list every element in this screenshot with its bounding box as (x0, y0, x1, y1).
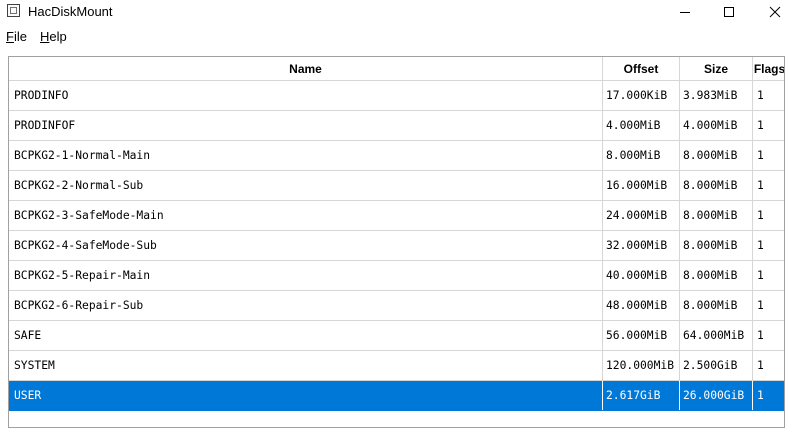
cell-size: 8.000MiB (680, 231, 753, 260)
cell-flags: 1 (757, 209, 764, 222)
menu-bar: File Help (0, 26, 793, 46)
cell-size: 2.500GiB (680, 351, 753, 380)
menu-file[interactable]: File (6, 29, 27, 44)
table-row[interactable]: BCPKG2-4-SafeMode-Sub 32.000MiB 8.000MiB 1 (9, 231, 784, 261)
cell-flags: 1 (757, 359, 764, 372)
cell-flags: 1 (757, 389, 764, 402)
cell-name: SAFE (9, 321, 603, 350)
title-bar[interactable]: HacDiskMount (0, 0, 793, 24)
minimize-button[interactable] (662, 0, 708, 24)
column-header-name[interactable]: Name (9, 57, 603, 81)
table-row[interactable]: BCPKG2-5-Repair-Main 40.000MiB 8.000MiB 1 (9, 261, 784, 291)
cell-offset: 2.617GiB (603, 381, 680, 410)
cell-name: BCPKG2-6-Repair-Sub (9, 291, 603, 320)
app-window-icon[interactable] (7, 4, 20, 17)
column-header-size[interactable]: Size (680, 57, 753, 81)
cell-flags: 1 (757, 149, 764, 162)
cell-flags: 1 (757, 179, 764, 192)
window-title: HacDiskMount (28, 4, 113, 19)
cell-offset: 8.000MiB (603, 141, 680, 170)
cell-flags: 1 (757, 239, 764, 252)
maximize-icon (724, 7, 734, 17)
cell-offset: 56.000MiB (603, 321, 680, 350)
cell-name: BCPKG2-5-Repair-Main (9, 261, 603, 290)
cell-size: 26.000GiB (680, 381, 753, 410)
cell-flags: 1 (757, 89, 764, 102)
table-row[interactable]: BCPKG2-1-Normal-Main 8.000MiB 8.000MiB 1 (9, 141, 784, 171)
table-row[interactable]: SYSTEM 120.000MiB 2.500GiB 1 (9, 351, 784, 381)
cell-size: 8.000MiB (680, 261, 753, 290)
close-icon (769, 6, 781, 18)
cell-flags: 1 (757, 329, 764, 342)
table-row[interactable]: BCPKG2-6-Repair-Sub 48.000MiB 8.000MiB 1 (9, 291, 784, 321)
cell-name: BCPKG2-1-Normal-Main (9, 141, 603, 170)
cell-offset: 16.000MiB (603, 171, 680, 200)
close-button[interactable] (752, 0, 793, 24)
cell-size: 8.000MiB (680, 141, 753, 170)
cell-size: 8.000MiB (680, 171, 753, 200)
table-header: Name Offset Size Flags (9, 57, 784, 81)
cell-size: 4.000MiB (680, 111, 753, 140)
column-header-flags[interactable]: Flags (753, 57, 784, 81)
cell-size: 64.000MiB (680, 321, 753, 350)
table-row[interactable]: PRODINFO 17.000KiB 3.983MiB 1 (9, 81, 784, 111)
table-row[interactable]: SAFE 56.000MiB 64.000MiB 1 (9, 321, 784, 351)
cell-flags: 1 (757, 119, 764, 132)
minimize-icon (680, 12, 690, 13)
cell-name: PRODINFOF (9, 111, 603, 140)
cell-offset: 24.000MiB (603, 201, 680, 230)
cell-size: 8.000MiB (680, 291, 753, 320)
table-row[interactable]: BCPKG2-2-Normal-Sub 16.000MiB 8.000MiB 1 (9, 171, 784, 201)
maximize-button[interactable] (706, 0, 752, 24)
cell-name: PRODINFO (9, 81, 603, 110)
column-header-offset[interactable]: Offset (603, 57, 680, 81)
cell-offset: 40.000MiB (603, 261, 680, 290)
table-row[interactable]: USER 2.617GiB 26.000GiB 1 (9, 381, 784, 411)
cell-size: 3.983MiB (680, 81, 753, 110)
menu-help[interactable]: Help (40, 29, 67, 44)
cell-offset: 32.000MiB (603, 231, 680, 260)
cell-offset: 17.000KiB (603, 81, 680, 110)
cell-flags: 1 (757, 269, 764, 282)
cell-name: BCPKG2-2-Normal-Sub (9, 171, 603, 200)
cell-size: 8.000MiB (680, 201, 753, 230)
table-row[interactable]: PRODINFOF 4.000MiB 4.000MiB 1 (9, 111, 784, 141)
cell-name: BCPKG2-3-SafeMode-Main (9, 201, 603, 230)
cell-offset: 48.000MiB (603, 291, 680, 320)
partition-table[interactable]: Name Offset Size Flags PRODINFO 17.000KiB… (8, 56, 785, 428)
cell-name: BCPKG2-4-SafeMode-Sub (9, 231, 603, 260)
cell-flags: 1 (757, 299, 764, 312)
cell-name: USER (9, 381, 603, 410)
cell-offset: 4.000MiB (603, 111, 680, 140)
cell-offset: 120.000MiB (603, 351, 680, 380)
cell-name: SYSTEM (9, 351, 603, 380)
table-row[interactable]: BCPKG2-3-SafeMode-Main 24.000MiB 8.000MiB 1 (9, 201, 784, 231)
